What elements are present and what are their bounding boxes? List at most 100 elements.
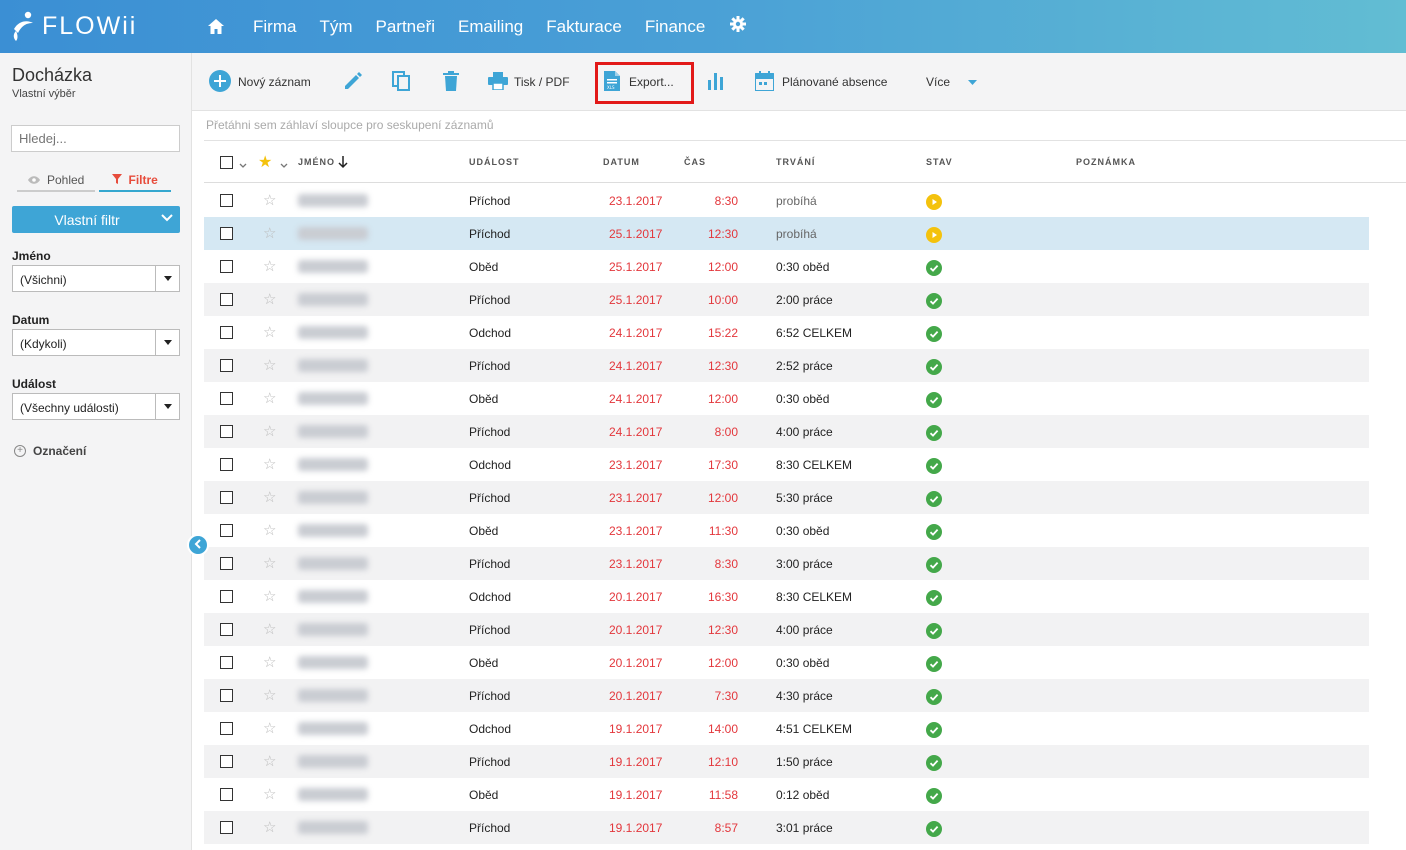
tab-filters[interactable]: Filtre (99, 169, 171, 192)
row-checkbox[interactable] (220, 194, 233, 207)
column-date[interactable]: DATUM (603, 157, 640, 167)
star-icon[interactable]: ☆ (263, 785, 276, 803)
table-row[interactable]: ☆ Odchod 20.1.2017 16:30 8:30 CELKEM (204, 580, 1369, 613)
row-checkbox[interactable] (220, 326, 233, 339)
table-row[interactable]: ☆ Příchod 25.1.2017 12:30 probíhá (204, 217, 1369, 250)
nav-tym[interactable]: Tým (319, 17, 352, 37)
table-row[interactable]: ☆ Příchod 23.1.2017 8:30 probíhá (204, 184, 1369, 217)
search-input[interactable] (11, 125, 180, 152)
row-checkbox[interactable] (220, 359, 233, 372)
collapse-panel-button[interactable] (187, 534, 209, 556)
star-filled-icon[interactable]: ★ (258, 152, 272, 172)
dropdown-arrow-icon[interactable] (155, 330, 179, 355)
table-row[interactable]: ☆ Příchod 24.1.2017 12:30 2:52 práce (204, 349, 1369, 382)
star-icon[interactable]: ☆ (263, 719, 276, 737)
star-icon[interactable]: ☆ (263, 224, 276, 242)
more-button[interactable]: Více (926, 53, 978, 111)
row-checkbox[interactable] (220, 590, 233, 603)
nav-firma[interactable]: Firma (253, 17, 296, 37)
delete-button[interactable] (443, 53, 459, 111)
row-checkbox[interactable] (220, 656, 233, 669)
star-icon[interactable]: ☆ (263, 422, 276, 440)
row-checkbox[interactable] (220, 227, 233, 240)
gear-icon[interactable] (730, 15, 747, 38)
print-pdf-button[interactable]: Tisk / PDF (488, 53, 570, 111)
star-icon[interactable]: ☆ (263, 620, 276, 638)
stats-button[interactable] (707, 53, 725, 111)
row-checkbox[interactable] (220, 293, 233, 306)
table-row[interactable]: ☆ Oběd 25.1.2017 12:00 0:30 oběd (204, 250, 1369, 283)
nav-emailing[interactable]: Emailing (458, 17, 523, 37)
table-row[interactable]: ☆ Příchod 24.1.2017 8:00 4:00 práce (204, 415, 1369, 448)
dropdown-arrow-icon[interactable] (155, 266, 179, 291)
table-row[interactable]: ☆ Příchod 19.1.2017 12:10 1:50 práce (204, 745, 1369, 778)
marked-section[interactable]: + Označení (14, 444, 86, 458)
row-checkbox[interactable] (220, 491, 233, 504)
star-icon[interactable]: ☆ (263, 653, 276, 671)
export-button[interactable]: XLS Export... (604, 53, 674, 111)
column-duration[interactable]: TRVÁNÍ (776, 157, 815, 167)
row-checkbox[interactable] (220, 821, 233, 834)
table-row[interactable]: ☆ Odchod 23.1.2017 17:30 8:30 CELKEM (204, 448, 1369, 481)
star-icon[interactable]: ☆ (263, 521, 276, 539)
edit-button[interactable] (343, 53, 363, 111)
table-row[interactable]: ☆ Oběd 19.1.2017 11:58 0:12 oběd (204, 778, 1369, 811)
copy-button[interactable] (392, 53, 410, 111)
row-checkbox[interactable] (220, 557, 233, 570)
row-checkbox[interactable] (220, 689, 233, 702)
star-icon[interactable]: ☆ (263, 389, 276, 407)
group-drop-zone[interactable]: Přetáhni sem záhlaví sloupce pro seskupe… (206, 118, 494, 132)
filter-date-select[interactable]: (Kdykoli) (12, 329, 180, 356)
star-icon[interactable]: ☆ (263, 455, 276, 473)
table-row[interactable]: ☆ Příchod 20.1.2017 7:30 4:30 práce (204, 679, 1369, 712)
star-icon[interactable]: ☆ (263, 290, 276, 308)
table-row[interactable]: ☆ Příchod 19.1.2017 8:57 3:01 práce (204, 811, 1369, 844)
row-checkbox[interactable] (220, 722, 233, 735)
table-row[interactable]: ☆ Odchod 19.1.2017 14:00 4:51 CELKEM (204, 712, 1369, 745)
column-event[interactable]: UDÁLOST (469, 157, 520, 167)
new-record-button[interactable]: Nový záznam (208, 53, 311, 111)
row-checkbox[interactable] (220, 788, 233, 801)
table-row[interactable]: ☆ Oběd 23.1.2017 11:30 0:30 oběd (204, 514, 1369, 547)
row-checkbox[interactable] (220, 524, 233, 537)
table-row[interactable]: ☆ Příchod 23.1.2017 12:00 5:30 práce (204, 481, 1369, 514)
star-icon[interactable]: ☆ (263, 257, 276, 275)
planned-absences-button[interactable]: Plánované absence (754, 53, 887, 111)
table-row[interactable]: ☆ Příchod 23.1.2017 8:30 3:00 práce (204, 547, 1369, 580)
table-row[interactable]: ☆ Oběd 20.1.2017 12:00 0:30 oběd (204, 646, 1369, 679)
filter-event-select[interactable]: (Všechny události) (12, 393, 180, 420)
column-name[interactable]: JMÉNO (298, 157, 335, 167)
nav-fakturace[interactable]: Fakturace (546, 17, 622, 37)
row-checkbox[interactable] (220, 458, 233, 471)
chevron-down-icon[interactable] (239, 157, 247, 175)
row-checkbox[interactable] (220, 392, 233, 405)
sort-desc-arrow-icon[interactable] (338, 156, 348, 174)
table-row[interactable]: ☆ Příchod 20.1.2017 12:30 4:00 práce (204, 613, 1369, 646)
table-row[interactable]: ☆ Oběd 24.1.2017 12:00 0:30 oběd (204, 382, 1369, 415)
row-checkbox[interactable] (220, 755, 233, 768)
nav-partneri[interactable]: Partneři (376, 17, 436, 37)
filter-name-select[interactable]: (Všichni) (12, 265, 180, 292)
star-icon[interactable]: ☆ (263, 818, 276, 836)
table-row[interactable]: ☆ Odchod 24.1.2017 15:22 6:52 CELKEM (204, 316, 1369, 349)
star-icon[interactable]: ☆ (263, 686, 276, 704)
row-checkbox[interactable] (220, 425, 233, 438)
star-icon[interactable]: ☆ (263, 554, 276, 572)
chevron-down-icon[interactable] (280, 157, 288, 175)
nav-finance[interactable]: Finance (645, 17, 705, 37)
column-status[interactable]: STAV (926, 157, 953, 167)
select-all-checkbox[interactable] (220, 156, 233, 169)
tab-view[interactable]: Pohled (17, 169, 95, 192)
row-checkbox[interactable] (220, 260, 233, 273)
column-time[interactable]: ČAS (684, 157, 706, 167)
row-checkbox[interactable] (220, 623, 233, 636)
star-icon[interactable]: ☆ (263, 356, 276, 374)
star-icon[interactable]: ☆ (263, 587, 276, 605)
dropdown-arrow-icon[interactable] (155, 394, 179, 419)
logo[interactable]: FLOWii (12, 9, 137, 43)
star-icon[interactable]: ☆ (263, 323, 276, 341)
star-icon[interactable]: ☆ (263, 752, 276, 770)
star-icon[interactable]: ☆ (263, 191, 276, 209)
table-row[interactable]: ☆ Příchod 25.1.2017 10:00 2:00 práce (204, 283, 1369, 316)
custom-filter-button[interactable]: Vlastní filtr (12, 206, 180, 233)
